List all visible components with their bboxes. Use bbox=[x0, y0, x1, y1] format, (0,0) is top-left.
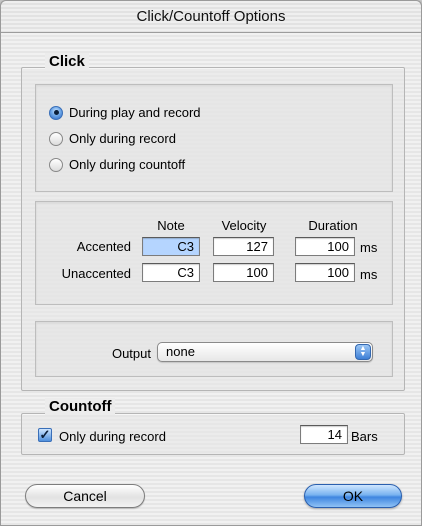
duration-unit: ms bbox=[360, 267, 378, 282]
radio-unselected-icon bbox=[49, 157, 63, 172]
radio-label: Only during countoff bbox=[69, 157, 186, 172]
column-header-velocity: Velocity bbox=[221, 218, 267, 233]
click-countoff-options-dialog: Click/Countoff Options Click During play… bbox=[0, 0, 422, 526]
column-header-note: Note bbox=[157, 218, 185, 233]
bars-unit: Bars bbox=[351, 429, 378, 444]
unaccented-velocity-field[interactable]: 100 bbox=[213, 263, 274, 282]
unaccented-duration-field[interactable]: 100 bbox=[295, 263, 355, 282]
radio-only-during-countoff[interactable]: Only during countoff bbox=[49, 157, 185, 172]
cancel-button[interactable]: Cancel bbox=[25, 484, 145, 508]
radio-during-play-and-record[interactable]: During play and record bbox=[49, 105, 201, 120]
radio-unselected-icon bbox=[49, 131, 63, 146]
window-title: Click/Countoff Options bbox=[1, 1, 421, 33]
countoff-only-during-record-label: Only during record bbox=[59, 429, 166, 444]
popup-arrows-icon: ▲ ▼ bbox=[355, 344, 371, 360]
output-label: Output bbox=[111, 346, 151, 361]
radio-selected-icon bbox=[49, 105, 63, 120]
output-popup[interactable]: none ▲ ▼ bbox=[157, 342, 373, 362]
accented-velocity-field[interactable]: 127 bbox=[213, 237, 274, 256]
click-group-title: Click bbox=[45, 53, 89, 70]
unaccented-note-field[interactable]: C3 bbox=[142, 263, 200, 282]
radio-label: During play and record bbox=[69, 105, 201, 120]
duration-unit: ms bbox=[360, 240, 378, 255]
countoff-group-title: Countoff bbox=[45, 398, 116, 415]
checkbox-checked-icon[interactable]: ✓ bbox=[38, 428, 52, 442]
column-header-duration: Duration bbox=[308, 218, 358, 233]
radio-only-during-record[interactable]: Only during record bbox=[49, 131, 176, 146]
accented-note-field[interactable]: C3 bbox=[142, 237, 200, 256]
output-selected-value: none bbox=[166, 344, 195, 359]
radio-label: Only during record bbox=[69, 131, 176, 146]
ok-button[interactable]: OK bbox=[304, 484, 402, 508]
row-label-unaccented: Unaccented bbox=[61, 266, 131, 281]
row-label-accented: Accented bbox=[76, 239, 131, 254]
countoff-bars-field[interactable]: 14 bbox=[300, 425, 348, 444]
accented-duration-field[interactable]: 100 bbox=[295, 237, 355, 256]
